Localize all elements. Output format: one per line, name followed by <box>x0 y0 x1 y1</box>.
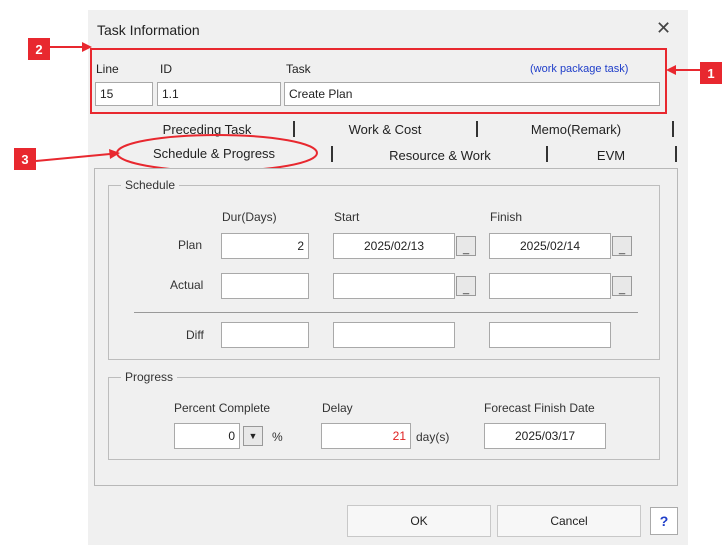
line-field[interactable]: 15 <box>95 82 153 106</box>
actual-start-dropdown-icon[interactable]: _ <box>456 276 476 296</box>
progress-legend: Progress <box>125 370 174 384</box>
callout-3-arrow <box>36 149 120 162</box>
delay-unit: day(s) <box>416 430 450 444</box>
help-button[interactable]: ? <box>650 507 678 535</box>
callout-2: 2 <box>28 38 50 60</box>
actual-start-field[interactable] <box>333 273 455 299</box>
schedule-legend: Schedule <box>125 178 176 192</box>
plan-finish-field[interactable]: 2025/02/14 <box>489 233 611 259</box>
plan-finish-dropdown-icon[interactable]: _ <box>612 236 632 256</box>
callout-3: 3 <box>14 148 36 170</box>
id-label: ID <box>160 62 172 76</box>
cancel-button[interactable]: Cancel <box>497 505 641 537</box>
diff-start-field[interactable] <box>333 322 455 348</box>
percent-unit: % <box>272 430 283 444</box>
window-title: Task Information <box>97 22 200 38</box>
dur-days-header: Dur(Days) <box>222 210 277 224</box>
tab-divider <box>476 121 478 137</box>
actual-finish-field[interactable] <box>489 273 611 299</box>
plan-duration-field[interactable]: 2 <box>221 233 309 259</box>
delay-label: Delay <box>322 401 353 415</box>
start-header: Start <box>334 210 360 224</box>
actual-duration-field[interactable] <box>221 273 309 299</box>
task-label: Task <box>286 62 311 76</box>
schedule-divider <box>134 312 638 313</box>
diff-label: Diff <box>186 328 204 342</box>
tab-divider <box>675 146 677 162</box>
percent-dropdown-icon[interactable]: ▼ <box>243 426 263 446</box>
delay-field[interactable]: 21 <box>321 423 411 449</box>
percent-complete-select[interactable]: 0 <box>174 423 240 449</box>
tab-divider <box>546 146 548 162</box>
ok-button[interactable]: OK <box>347 505 491 537</box>
tab-divider <box>331 146 333 162</box>
task-name-field[interactable]: Create Plan <box>284 82 660 106</box>
id-field[interactable]: 1.1 <box>157 82 281 106</box>
callout-2-arrow <box>50 42 92 52</box>
diff-duration-field[interactable] <box>221 322 309 348</box>
percent-complete-label: Percent Complete <box>174 401 271 415</box>
forecast-finish-field[interactable]: 2025/03/17 <box>484 423 606 449</box>
tab-work-cost[interactable]: Work & Cost <box>310 122 460 137</box>
tab-divider <box>672 121 674 137</box>
finish-header: Finish <box>490 210 523 224</box>
work-package-badge: (work package task) <box>530 63 629 75</box>
actual-finish-dropdown-icon[interactable]: _ <box>612 276 632 296</box>
actual-label: Actual <box>170 278 204 292</box>
tab-memo[interactable]: Memo(Remark) <box>480 122 672 137</box>
plan-start-field[interactable]: 2025/02/13 <box>333 233 455 259</box>
plan-start-dropdown-icon[interactable]: _ <box>456 236 476 256</box>
forecast-finish-label: Forecast Finish Date <box>484 401 595 415</box>
close-icon[interactable]: ✕ <box>656 18 671 39</box>
tab-resource-work[interactable]: Resource & Work <box>345 148 535 163</box>
callout-1: 1 <box>700 62 722 84</box>
tab-evm[interactable]: EVM <box>552 148 670 163</box>
diff-finish-field[interactable] <box>489 322 611 348</box>
line-label: Line <box>96 62 119 76</box>
plan-label: Plan <box>178 238 203 252</box>
